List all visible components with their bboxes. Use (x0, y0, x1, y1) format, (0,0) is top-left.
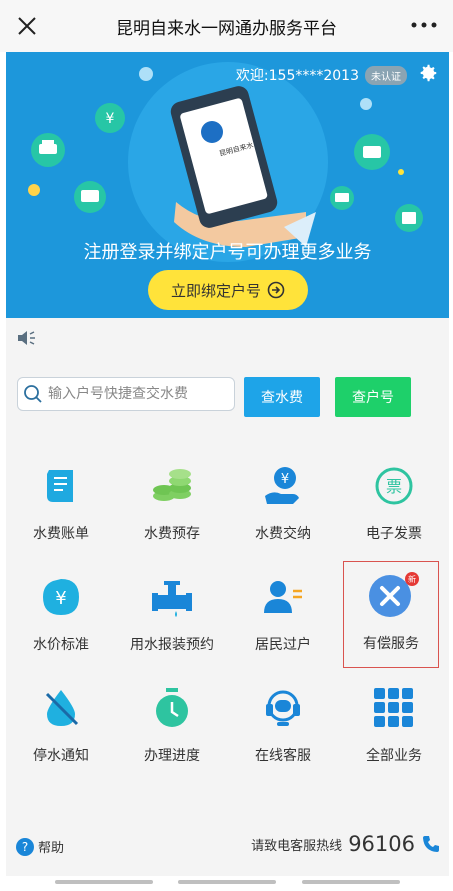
ticket-icon (395, 204, 423, 232)
svg-text:¥: ¥ (106, 111, 115, 127)
svg-text:票: 票 (386, 477, 402, 496)
headset-icon (266, 690, 300, 726)
auth-status-badge[interactable]: 未认证 (365, 65, 407, 85)
speaker-icon (18, 331, 35, 345)
footer-bar: ? 帮助 请致电客服热线 96106 (6, 818, 449, 876)
help-icon: ? (16, 837, 34, 856)
services-grid: 水费账单 水费预存 ¥ 水费交纳 票 电子发票 ¥ 水价标准 用水报装预约 居民… (6, 428, 449, 818)
chat-bubble-icon (74, 181, 106, 213)
hotline-text: 请致电客服热线 (251, 838, 343, 854)
bind-account-button[interactable]: 立即绑定户号 (148, 270, 308, 310)
svg-text:¥: ¥ (55, 588, 66, 609)
new-badge: 新 (405, 572, 419, 586)
service-water-outage[interactable]: 停水通知 (6, 650, 116, 764)
card-icon (330, 186, 354, 210)
search-icon (24, 385, 42, 403)
wallet-icon (354, 134, 390, 170)
printer-icon (31, 133, 65, 167)
service-resident-transfer[interactable]: 居民过户 (228, 539, 338, 653)
service-online-support[interactable]: 在线客服 (228, 650, 338, 764)
grid-icon (374, 688, 413, 727)
gear-icon[interactable] (417, 62, 439, 84)
page-indicator (55, 880, 153, 884)
pay-yuan-icon: ¥ (265, 467, 299, 504)
service-water-price[interactable]: ¥ 水价标准 (6, 539, 116, 653)
notice-bar (6, 318, 449, 358)
service-e-invoice[interactable]: 票 电子发票 (339, 428, 449, 542)
bubble-decoration (360, 98, 372, 110)
service-water-prepay[interactable]: 水费预存 (117, 428, 227, 542)
promo-banner: ¥ 昆明自来水 欢迎:155****2013 未认证 注册登录并绑定户号可办理更… (6, 52, 449, 318)
page-title: 昆明自来水一网通办服务平台 (116, 19, 337, 39)
search-box (17, 377, 235, 411)
welcome-user: 欢迎:155****2013 (235, 68, 359, 84)
bubble-decoration (398, 169, 404, 175)
phone-icon (423, 836, 439, 852)
page-indicator (302, 880, 400, 884)
service-label: 停水通知 (33, 748, 89, 764)
service-label: 电子发票 (366, 526, 422, 542)
bubble-decoration (139, 67, 153, 81)
help-link[interactable]: ? 帮助 (16, 837, 64, 856)
page-indicator (178, 880, 276, 884)
banner-tagline: 注册登录并绑定户号可办理更多业务 (83, 242, 372, 263)
search-section: 查水费 查户号 (6, 358, 449, 428)
timer-icon (156, 688, 188, 727)
coins-icon (153, 469, 191, 501)
svg-text:¥: ¥ (281, 472, 289, 487)
service-label: 办理进度 (144, 748, 200, 764)
account-search-input[interactable] (48, 386, 228, 402)
bubble-decoration (28, 184, 40, 196)
title-bar: 昆明自来水一网通办服务平台 (0, 0, 453, 52)
service-installation[interactable]: 用水报装预约 (117, 539, 227, 653)
check-water-fee-button[interactable]: 查水费 (244, 377, 320, 417)
bind-account-label: 立即绑定户号 (170, 281, 261, 300)
welcome-text-group: 欢迎:155****2013 未认证 (236, 65, 407, 85)
water-off-icon (45, 690, 79, 726)
service-water-payment[interactable]: ¥ 水费交纳 (228, 428, 338, 542)
hotline[interactable]: 请致电客服热线 96106 (251, 832, 441, 856)
service-label: 在线客服 (255, 748, 311, 764)
transfer-user-icon (264, 581, 302, 613)
bill-icon (47, 470, 73, 502)
arrow-right-circle-icon (267, 281, 285, 299)
service-progress[interactable]: 办理进度 (117, 650, 227, 764)
faucet-icon (152, 581, 192, 617)
yuan-bubble-icon: ¥ (95, 103, 125, 133)
check-account-button[interactable]: 查户号 (335, 377, 411, 417)
service-label: 全部业务 (366, 748, 422, 764)
price-icon: ¥ (43, 579, 79, 615)
invoice-icon: 票 (375, 467, 413, 505)
more-dots-icon[interactable] (409, 18, 439, 32)
service-water-bill[interactable]: 水费账单 (6, 428, 116, 542)
hotline-number: 96106 (348, 832, 415, 856)
help-label: 帮助 (38, 841, 65, 856)
service-all-business[interactable]: 全部业务 (339, 650, 449, 764)
